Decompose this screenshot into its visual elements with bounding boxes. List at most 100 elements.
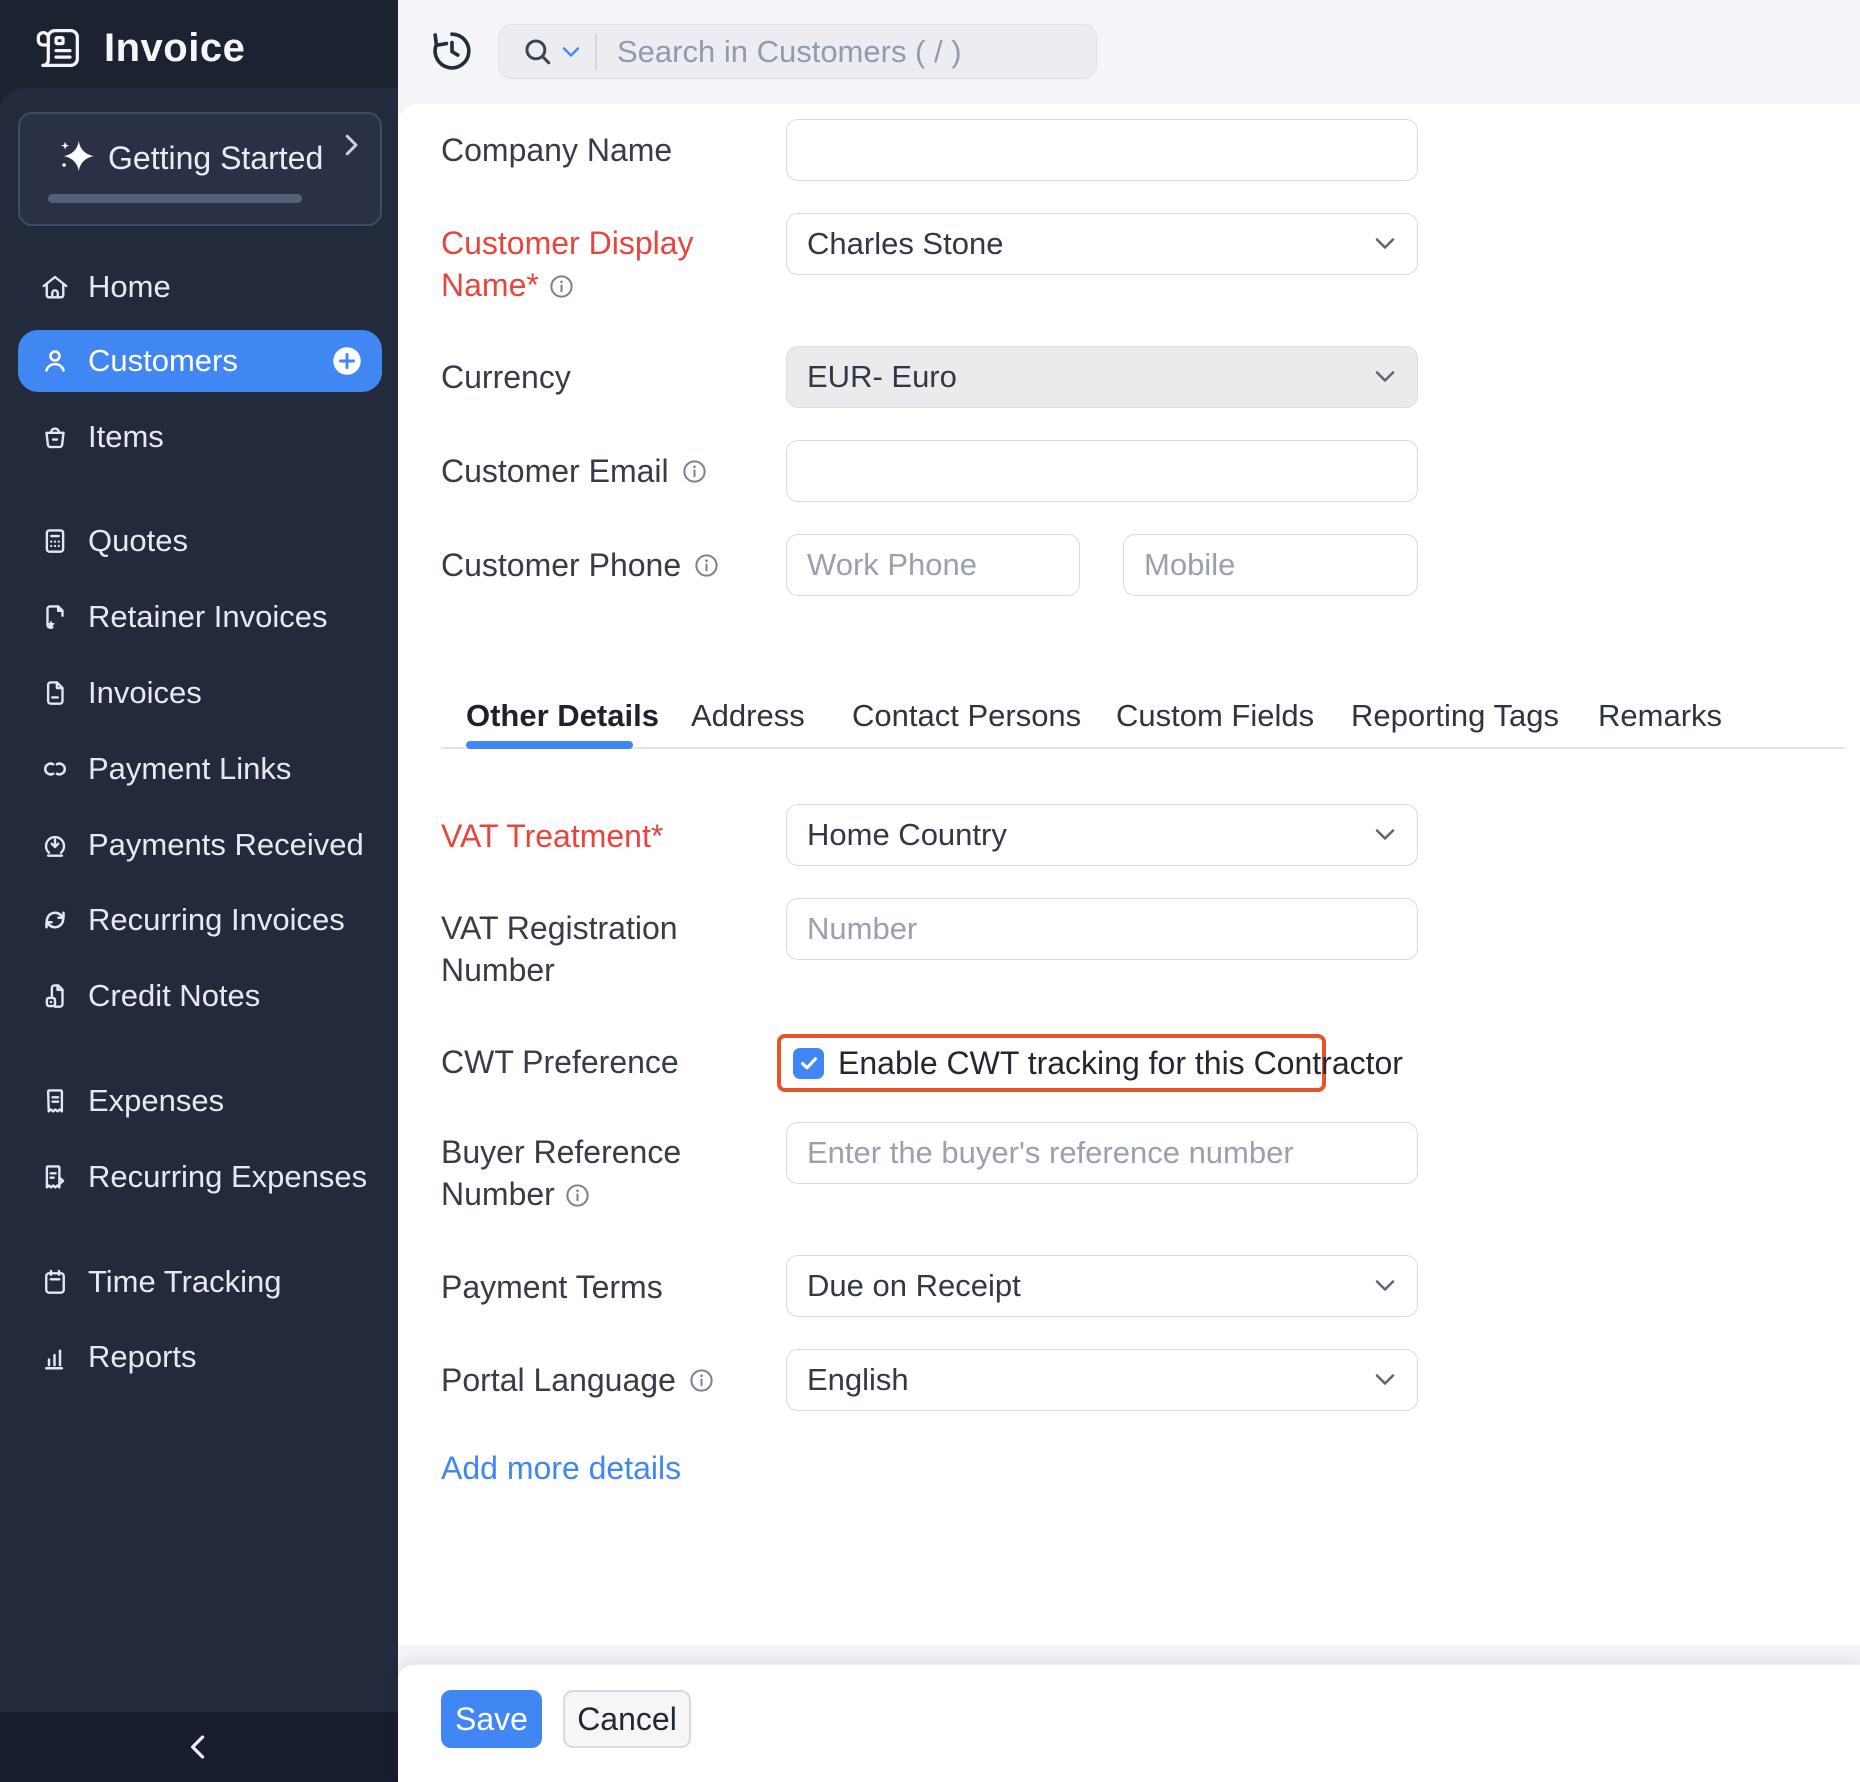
customer-display-name-label: Customer Display Name* <box>441 222 741 306</box>
sidebar-item-label: Time Tracking <box>88 1251 282 1313</box>
vat-treatment-select[interactable]: Home Country <box>786 804 1418 866</box>
sidebar-item-time-tracking[interactable]: Time Tracking <box>18 1251 382 1313</box>
vat-treatment-label: VAT Treatment* <box>441 815 663 857</box>
tab-remarks[interactable]: Remarks <box>1598 690 1722 742</box>
collapse-sidebar-icon[interactable] <box>182 1730 216 1764</box>
sidebar-item-expenses[interactable]: Expenses <box>18 1070 382 1132</box>
sidebar-item-items[interactable]: Items <box>18 406 382 468</box>
cwt-checkbox-label[interactable]: Enable CWT tracking for this Contractor <box>838 1045 1403 1082</box>
sidebar-item-label: Home <box>88 256 171 318</box>
tab-other-details[interactable]: Other Details <box>466 690 659 742</box>
chevron-down-icon <box>1373 1278 1397 1294</box>
home-icon <box>40 272 70 302</box>
sidebar-item-quotes[interactable]: Quotes <box>18 510 382 572</box>
currency-select[interactable]: EUR- Euro <box>786 346 1418 408</box>
quotes-icon <box>40 526 70 556</box>
sidebar-item-reports[interactable]: Reports <box>18 1326 382 1388</box>
getting-started-card[interactable]: Getting Started <box>18 112 382 226</box>
sidebar-item-label: Quotes <box>88 510 188 572</box>
tab-address[interactable]: Address <box>691 690 805 742</box>
mobile-phone-input[interactable] <box>1123 534 1418 596</box>
chevron-down-icon <box>1373 1372 1397 1388</box>
global-search-input[interactable]: Search in Customers ( / ) <box>498 24 1097 79</box>
payment-terms-label: Payment Terms <box>441 1266 663 1308</box>
search-divider <box>595 34 597 70</box>
customer-phone-label: Customer Phone <box>441 544 720 586</box>
info-icon[interactable] <box>693 552 720 579</box>
info-icon[interactable] <box>564 1182 591 1209</box>
add-customer-icon[interactable] <box>332 346 362 376</box>
work-phone-input[interactable] <box>786 534 1080 596</box>
company-name-input[interactable] <box>786 119 1418 181</box>
search-scope-chevron-icon[interactable] <box>561 45 581 59</box>
info-icon[interactable] <box>688 1367 715 1394</box>
recent-history-icon[interactable] <box>429 28 475 74</box>
app-logo: Invoice <box>34 22 245 74</box>
reports-icon <box>40 1342 70 1372</box>
credit-notes-icon <box>40 981 70 1011</box>
chevron-right-icon <box>336 130 366 160</box>
sidebar-item-recurring-expenses[interactable]: Recurring Expenses <box>18 1146 382 1208</box>
cancel-button[interactable]: Cancel <box>563 1690 691 1748</box>
invoices-icon <box>40 678 70 708</box>
portal-language-label: Portal Language <box>441 1359 715 1401</box>
portal-language-value: English <box>807 1362 909 1398</box>
sidebar-item-label: Payment Links <box>88 738 291 800</box>
customer-display-name-select[interactable]: Charles Stone <box>786 213 1418 275</box>
sidebar-item-label: Recurring Invoices <box>88 889 345 951</box>
add-more-details-link[interactable]: Add more details <box>441 1450 681 1487</box>
cwt-checkbox[interactable] <box>793 1048 824 1079</box>
customer-form-panel <box>398 104 1860 1645</box>
currency-value: EUR- Euro <box>807 359 957 395</box>
recurring-invoices-icon <box>40 905 70 935</box>
tab-reporting-tags[interactable]: Reporting Tags <box>1351 690 1559 742</box>
sparkle-icon <box>56 136 98 178</box>
cwt-preference-label: CWT Preference <box>441 1041 679 1083</box>
search-placeholder-text: Search in Customers ( / ) <box>617 34 962 70</box>
retainer-invoices-icon <box>40 602 70 632</box>
tab-contact-persons[interactable]: Contact Persons <box>852 690 1081 742</box>
recurring-expenses-icon <box>40 1162 70 1192</box>
info-icon[interactable] <box>548 273 575 300</box>
sidebar-item-credit-notes[interactable]: Credit Notes <box>18 965 382 1027</box>
expenses-icon <box>40 1086 70 1116</box>
buyer-reference-label: Buyer Reference Number <box>441 1131 741 1215</box>
sidebar-item-recurring-invoices[interactable]: Recurring Invoices <box>18 889 382 951</box>
sidebar: Invoice Getting Started <box>0 0 398 1782</box>
sidebar-item-label: Reports <box>88 1326 197 1388</box>
sidebar-item-label: Recurring Expenses <box>88 1146 367 1208</box>
sidebar-item-home[interactable]: Home <box>18 256 382 318</box>
currency-label: Currency <box>441 356 571 398</box>
buyer-reference-input[interactable] <box>786 1122 1418 1184</box>
payment-terms-select[interactable]: Due on Receipt <box>786 1255 1418 1317</box>
sidebar-item-payment-links[interactable]: Payment Links <box>18 738 382 800</box>
chevron-down-icon <box>1373 827 1397 843</box>
sidebar-item-invoices[interactable]: Invoices <box>18 662 382 724</box>
chevron-down-icon <box>1373 236 1397 252</box>
items-icon <box>40 422 70 452</box>
sidebar-item-customers[interactable]: Customers <box>18 330 382 392</box>
payments-received-icon <box>40 830 70 860</box>
sidebar-item-label: Retainer Invoices <box>88 586 328 648</box>
vat-registration-input[interactable] <box>786 898 1418 960</box>
chevron-down-icon <box>1373 369 1397 385</box>
customer-email-input[interactable] <box>786 440 1418 502</box>
cwt-highlight-box: Enable CWT tracking for this Contractor <box>777 1034 1326 1092</box>
portal-language-select[interactable]: English <box>786 1349 1418 1411</box>
app-title: Invoice <box>104 26 245 71</box>
customers-icon <box>40 346 70 376</box>
customer-display-name-value: Charles Stone <box>807 226 1003 262</box>
save-button[interactable]: Save <box>441 1690 542 1748</box>
app-root: Invoice Getting Started <box>0 0 1860 1782</box>
sidebar-item-label: Credit Notes <box>88 965 260 1027</box>
payment-terms-value: Due on Receipt <box>807 1268 1021 1304</box>
sidebar-collapse-bar[interactable] <box>0 1712 398 1782</box>
vat-registration-label: VAT Registration Number <box>441 907 741 991</box>
active-tab-underline <box>466 741 633 749</box>
tab-custom-fields[interactable]: Custom Fields <box>1116 690 1314 742</box>
info-icon[interactable] <box>681 458 708 485</box>
sidebar-item-retainer-invoices[interactable]: Retainer Invoices <box>18 586 382 648</box>
sidebar-item-payments-received[interactable]: Payments Received <box>18 814 382 876</box>
sidebar-item-label: Invoices <box>88 662 202 724</box>
company-name-label: Company Name <box>441 129 672 171</box>
